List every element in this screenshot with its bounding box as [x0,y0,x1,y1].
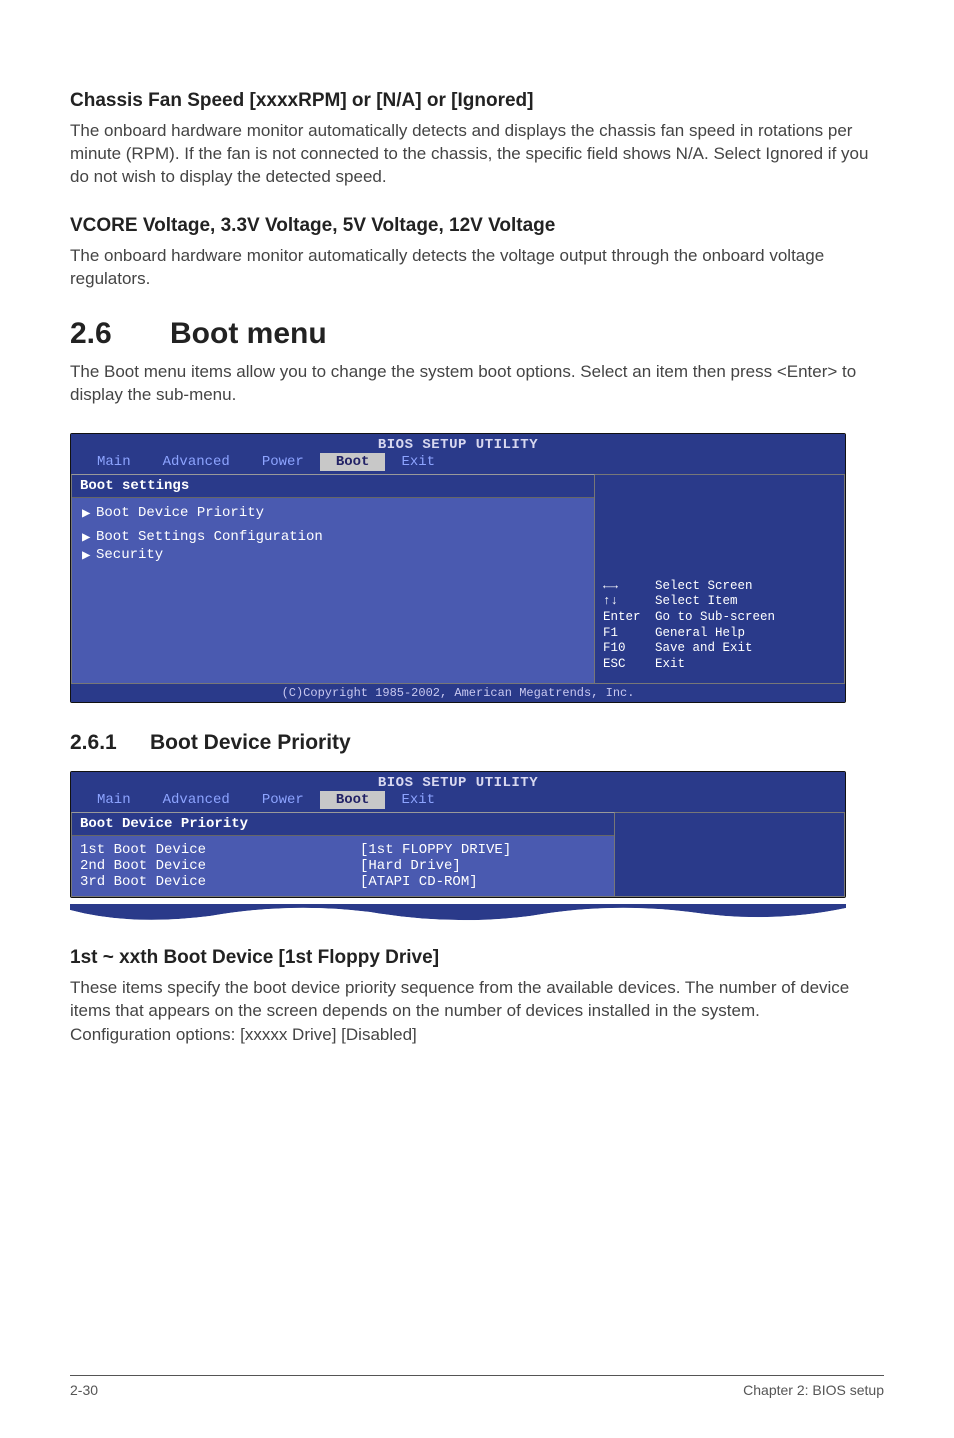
chassis-body: The onboard hardware monitor automatical… [70,120,884,189]
bios2-row-0: 1st Boot Device[1st FLOPPY DRIVE] [80,842,606,858]
torn-edge-icon [70,904,846,926]
help-key-esc: ESC [603,657,655,673]
bios1-tab-power: Power [246,453,320,471]
bios2-tab-power: Power [246,791,320,809]
section-name: Boot menu [170,317,327,350]
page-footer: 2-30 Chapter 2: BIOS setup [70,1375,884,1398]
section-num: 2.6 [70,317,170,351]
bios1-item-0-label: Boot Device Priority [96,505,264,521]
help-text-0: Select Screen [655,579,753,595]
vcore-body: The onboard hardware monitor automatical… [70,245,884,291]
bios-screenshot-2: BIOS SETUP UTILITY Main Advanced Power B… [70,771,846,898]
bios1-item-0: ▶ Boot Device Priority [80,504,586,522]
section-title: 2.6Boot menu [70,317,884,351]
help-key-arrows-ud: ↑↓ [603,594,655,610]
subsection-name: Boot Device Priority [150,731,351,754]
help-text-3: General Help [655,626,745,642]
bios1-tab-advanced: Advanced [147,453,246,471]
bios2-row-2-value: [ATAPI CD-ROM] [360,874,478,890]
submenu-arrow-icon: ▶ [82,529,90,546]
help-key-enter: Enter [603,610,655,626]
help-text-4: Save and Exit [655,641,753,657]
bios1-tabs: Main Advanced Power Boot Exit [71,453,845,474]
bios1-right-pane: ←→Select Screen ↑↓Select Item EnterGo to… [595,474,845,684]
first-boot-config: Configuration options: [xxxxx Drive] [Di… [70,1024,884,1047]
submenu-arrow-icon: ▶ [82,547,90,564]
help-key-f10: F10 [603,641,655,657]
bios2-tab-main: Main [81,791,147,809]
bios1-item-2: ▶ Security [80,546,586,564]
bios2-tab-boot: Boot [320,791,386,809]
bios1-item-1: ▶ Boot Settings Configuration [80,528,586,546]
bios2-row-2-label: 3rd Boot Device [80,874,360,890]
subsection-title: 2.6.1Boot Device Priority [70,731,884,755]
bios2-right-pane [615,812,845,897]
bios2-left-pane: Boot Device Priority 1st Boot Device[1st… [71,812,615,897]
bios2-row-1-value: [Hard Drive] [360,858,461,874]
chapter-label: Chapter 2: BIOS setup [743,1382,884,1398]
bios2-tab-advanced: Advanced [147,791,246,809]
bios1-tab-boot: Boot [320,453,386,471]
bios2-title: BIOS SETUP UTILITY [71,772,845,791]
first-boot-body: These items specify the boot device prio… [70,977,884,1023]
bios1-left-pane: Boot settings ▶ Boot Device Priority ▶ Boo… [71,474,595,684]
first-boot-heading: 1st ~ xxth Boot Device [1st Floppy Drive… [70,947,884,969]
bios1-help: ←→Select Screen ↑↓Select Item EnterGo to… [603,579,836,673]
bios2-row-2: 3rd Boot Device[ATAPI CD-ROM] [80,874,606,890]
bios1-footer: (C)Copyright 1985-2002, American Megatre… [71,684,845,702]
help-key-f1: F1 [603,626,655,642]
bios2-row-0-value: [1st FLOPPY DRIVE] [360,842,511,858]
bios1-title: BIOS SETUP UTILITY [71,434,845,453]
bios2-left-header: Boot Device Priority [72,813,614,836]
submenu-arrow-icon: ▶ [82,505,90,522]
help-text-1: Select Item [655,594,738,610]
subsection-num: 2.6.1 [70,731,150,755]
bios-screenshot-1: BIOS SETUP UTILITY Main Advanced Power B… [70,433,846,703]
help-text-2: Go to Sub-screen [655,610,775,626]
bios2-row-0-label: 1st Boot Device [80,842,360,858]
bios2-tabs: Main Advanced Power Boot Exit [71,791,845,812]
page-number: 2-30 [70,1382,98,1398]
chassis-heading: Chassis Fan Speed [xxxxRPM] or [N/A] or … [70,90,884,112]
vcore-heading: VCORE Voltage, 3.3V Voltage, 5V Voltage,… [70,215,884,237]
bios1-tab-exit: Exit [385,453,451,471]
bios2-tab-exit: Exit [385,791,451,809]
section-body: The Boot menu items allow you to change … [70,361,884,407]
bios1-item-1-label: Boot Settings Configuration [96,529,323,545]
help-key-arrows-lr: ←→ [603,579,655,595]
bios2-row-1-label: 2nd Boot Device [80,858,360,874]
bios1-left-header: Boot settings [72,475,594,498]
bios2-row-1: 2nd Boot Device[Hard Drive] [80,858,606,874]
bios1-item-2-label: Security [96,547,163,563]
bios1-tab-main: Main [81,453,147,471]
help-text-5: Exit [655,657,685,673]
